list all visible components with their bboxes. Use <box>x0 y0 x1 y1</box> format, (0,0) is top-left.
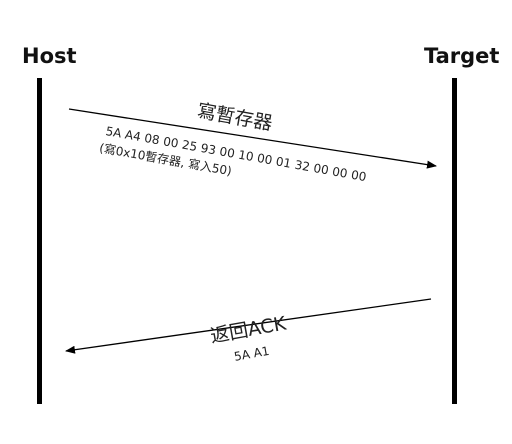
message-arrows <box>65 108 437 354</box>
